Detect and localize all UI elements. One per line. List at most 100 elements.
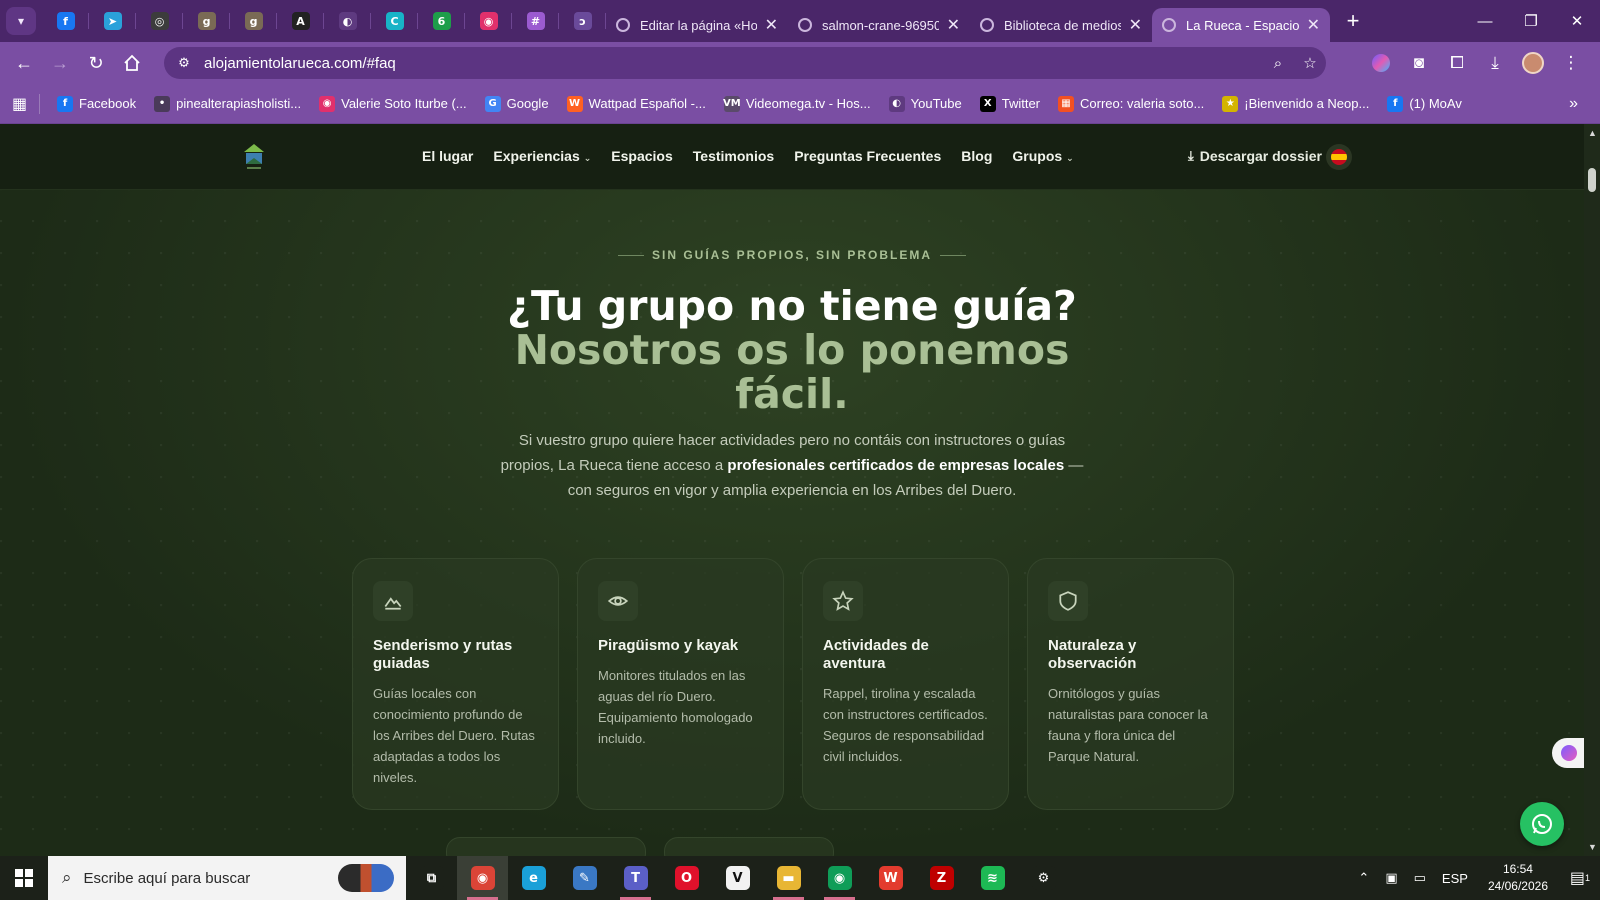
network-icon[interactable]: ▣ bbox=[1385, 870, 1397, 886]
pinned-tab[interactable]: ◉ bbox=[465, 0, 512, 42]
bookmark-item[interactable]: W Wattpad Español -... bbox=[558, 89, 715, 119]
scroll-down-arrow[interactable]: ▼ bbox=[1588, 842, 1597, 852]
clock[interactable]: 16:54 24/06/2026 bbox=[1488, 861, 1548, 895]
taskbar-app[interactable]: ⧉ bbox=[406, 856, 457, 900]
profile-avatar[interactable] bbox=[1522, 52, 1544, 74]
pinned-tab[interactable]: ◐ bbox=[324, 0, 371, 42]
taskbar-app[interactable]: W bbox=[865, 856, 916, 900]
new-tab-button[interactable]: + bbox=[1338, 6, 1368, 36]
pinned-tab[interactable]: ↄ bbox=[559, 0, 606, 42]
taskbar-app[interactable]: O bbox=[661, 856, 712, 900]
nav-link[interactable]: Experiencias ⌄ bbox=[493, 148, 591, 164]
taskbar-app[interactable]: ▬ bbox=[763, 856, 814, 900]
whatsapp-button[interactable] bbox=[1520, 802, 1564, 846]
tab-close-icon[interactable]: ✕ bbox=[1129, 15, 1142, 35]
nav-link[interactable]: Grupos ⌄ bbox=[1012, 148, 1073, 164]
download-dossier-link[interactable]: ⤓ Descargar dossier bbox=[1188, 148, 1322, 164]
pinned-tab[interactable]: C bbox=[371, 0, 418, 42]
taskbar-app[interactable]: e bbox=[508, 856, 559, 900]
tab-close-icon[interactable]: ✕ bbox=[765, 15, 778, 35]
language-selector[interactable] bbox=[1326, 144, 1352, 170]
pinned-tab[interactable]: ➤ bbox=[89, 0, 136, 42]
page-scrollbar[interactable]: ▲ ▼ bbox=[1584, 124, 1600, 856]
taskbar-app[interactable]: V bbox=[712, 856, 763, 900]
chevron-up-icon[interactable]: ⌃ bbox=[1358, 870, 1369, 886]
apps-grid-icon[interactable]: ▦ bbox=[0, 93, 40, 114]
taskbar-app[interactable]: ◉ bbox=[457, 856, 508, 900]
more-bookmarks-icon[interactable]: » bbox=[1569, 95, 1578, 113]
bookmark-item[interactable]: ▦ Correo: valeria soto... bbox=[1049, 89, 1213, 119]
close-window-button[interactable]: ✕ bbox=[1554, 0, 1600, 42]
bookmark-item[interactable]: • pinealterapiasholisti... bbox=[145, 89, 310, 119]
nav-link[interactable]: Preguntas Frecuentes bbox=[794, 148, 941, 164]
tab-close-icon[interactable]: ✕ bbox=[1307, 15, 1320, 35]
reload-button[interactable]: ↻ bbox=[78, 45, 114, 81]
tab-close-icon[interactable]: ✕ bbox=[947, 15, 960, 35]
camera-extension-icon[interactable]: ◙ bbox=[1400, 45, 1438, 81]
nav-link[interactable]: Blog bbox=[961, 148, 992, 164]
battery-icon[interactable]: ▭ bbox=[1414, 870, 1426, 886]
taskbar-app[interactable]: ✎ bbox=[559, 856, 610, 900]
card-title: Piragüismo y kayak bbox=[598, 637, 739, 654]
activity-cards: Senderismo y rutas guiadas Guías locales … bbox=[352, 558, 1234, 810]
bookmark-item[interactable]: ★ ¡Bienvenido a Neop... bbox=[1213, 89, 1378, 119]
pinned-tab[interactable]: g bbox=[183, 0, 230, 42]
language-indicator[interactable]: ESP bbox=[1442, 871, 1468, 886]
taskbar-app[interactable]: ⚙ bbox=[1018, 856, 1069, 900]
minimize-button[interactable]: — bbox=[1462, 0, 1508, 42]
vm-icon: VM bbox=[723, 95, 741, 112]
pinned-tab[interactable]: 6 bbox=[418, 0, 465, 42]
taskbar-app[interactable]: Z bbox=[916, 856, 967, 900]
opera-icon: O bbox=[674, 866, 699, 890]
scrollbar-thumb[interactable] bbox=[1588, 168, 1596, 192]
tab-active[interactable]: La Rueca - Espacio p ✕ bbox=[1152, 8, 1330, 42]
tab-search-button[interactable]: ▾ bbox=[6, 7, 36, 35]
section-eyebrow: SIN GUÍAS PROPIOS, SIN PROBLEMA bbox=[0, 248, 1584, 262]
start-button[interactable] bbox=[0, 856, 48, 900]
la-rueca-logo[interactable] bbox=[240, 140, 268, 172]
bookmark-star-icon[interactable]: ☆ bbox=[1294, 54, 1326, 72]
pinned-tab[interactable]: f bbox=[42, 0, 89, 42]
browser-tab[interactable]: Biblioteca de medios ✕ bbox=[970, 8, 1152, 42]
taskbar-app[interactable]: ≋ bbox=[967, 856, 1018, 900]
download-icon[interactable]: ⤓ bbox=[1476, 45, 1514, 81]
bookmark-item[interactable]: ◉ Valerie Soto Iturbe (... bbox=[310, 89, 476, 119]
copilot-extension-icon[interactable] bbox=[1362, 45, 1400, 81]
bookmark-item[interactable]: G Google bbox=[476, 89, 558, 119]
taskbar-app[interactable]: T bbox=[610, 856, 661, 900]
url-text[interactable]: alojamientolarueca.com/#faq bbox=[204, 55, 1262, 72]
pinned-tab[interactable]: # bbox=[512, 0, 559, 42]
forward-button[interactable]: → bbox=[42, 45, 78, 81]
taskbar-app[interactable]: ◉ bbox=[814, 856, 865, 900]
bookmark-item[interactable]: ◐ YouTube bbox=[880, 89, 971, 119]
puzzle-extensions-icon[interactable]: ⧠ bbox=[1438, 45, 1476, 81]
arrow-right-icon: → bbox=[51, 52, 69, 73]
next-row-card bbox=[664, 837, 834, 856]
paint-icon: ✎ bbox=[572, 866, 597, 890]
bookmark-item[interactable]: f Facebook bbox=[48, 89, 145, 119]
pinned-tab[interactable]: g bbox=[230, 0, 277, 42]
browser-tab[interactable]: Editar la página «Hor ✕ bbox=[606, 8, 788, 42]
whatsapp-icon bbox=[1532, 814, 1552, 834]
nav-link[interactable]: El lugar bbox=[422, 148, 473, 164]
site-info-icon[interactable]: ⚙ bbox=[172, 51, 196, 75]
menu-dots-icon[interactable]: ⋮ bbox=[1552, 45, 1590, 81]
star-icon bbox=[823, 581, 863, 621]
side-chat-widget[interactable] bbox=[1552, 738, 1584, 768]
notification-center-button[interactable]: ▤ 1 bbox=[1560, 856, 1600, 900]
nav-link[interactable]: Espacios bbox=[611, 148, 672, 164]
zoom-icon[interactable]: ⌕ bbox=[1262, 55, 1294, 72]
restore-button[interactable]: ❐ bbox=[1508, 0, 1554, 42]
pinned-tab[interactable]: ◎ bbox=[136, 0, 183, 42]
browser-tab[interactable]: salmon-crane-96950 ✕ bbox=[788, 8, 970, 42]
nav-link[interactable]: Testimonios bbox=[693, 148, 774, 164]
address-bar[interactable]: ⚙ alojamientolarueca.com/#faq ⌕ ☆ bbox=[164, 47, 1326, 79]
bookmark-item[interactable]: X Twitter bbox=[971, 89, 1049, 119]
pinned-tab[interactable]: A bbox=[277, 0, 324, 42]
bookmark-item[interactable]: f (1) MoAv bbox=[1378, 89, 1471, 119]
bookmark-item[interactable]: VM Videomega.tv - Hos... bbox=[715, 89, 880, 119]
back-button[interactable]: ← bbox=[6, 45, 42, 81]
taskbar-search[interactable]: ⌕ Escribe aquí para buscar bbox=[48, 856, 406, 900]
home-button[interactable] bbox=[114, 45, 150, 81]
scroll-up-arrow[interactable]: ▲ bbox=[1588, 128, 1597, 138]
